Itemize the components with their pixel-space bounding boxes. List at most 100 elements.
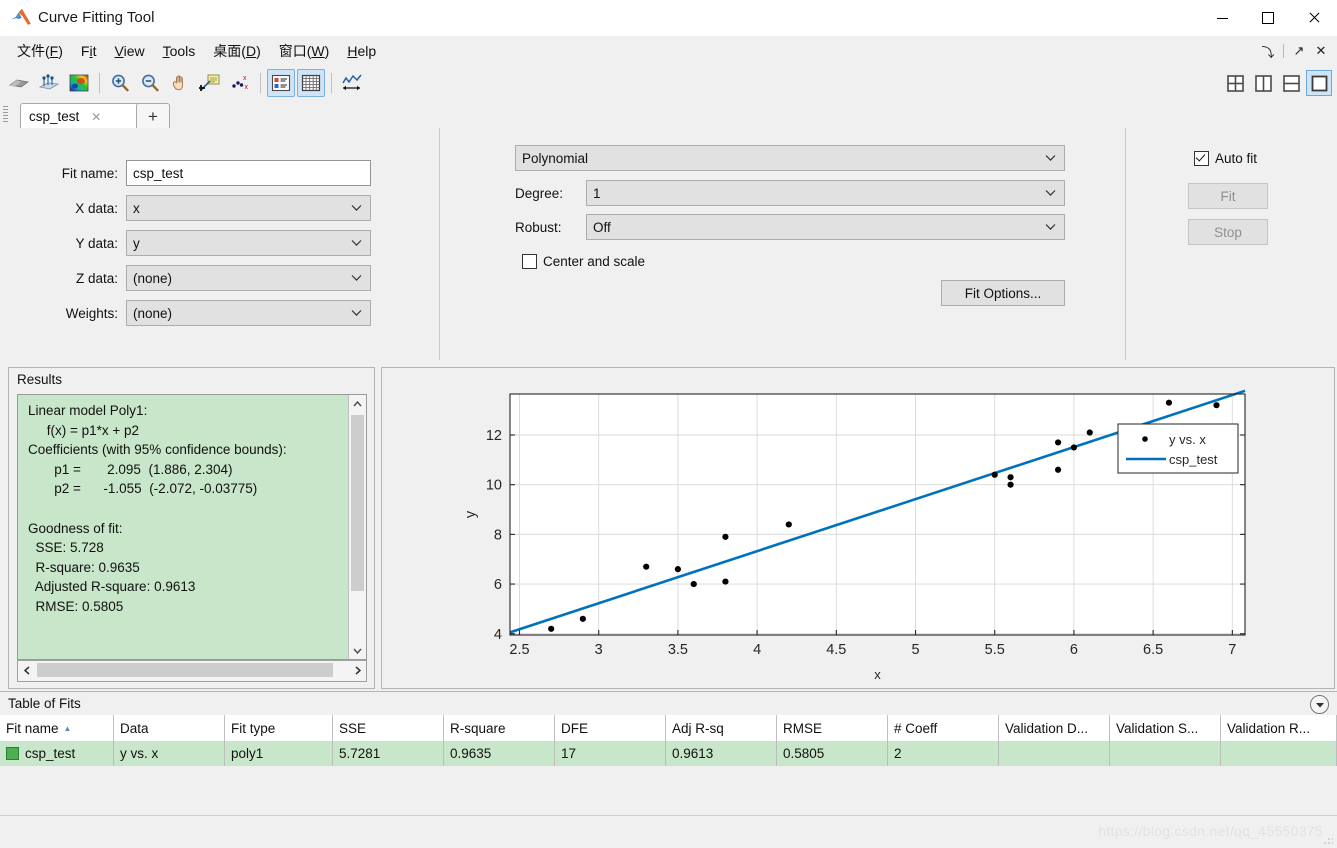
scroll-down-icon[interactable] bbox=[349, 642, 366, 659]
table-header-row: Fit name ▲ Data Fit type SSE R-square DFE Adj R… bbox=[0, 715, 1337, 742]
table-column-header[interactable]: Validation R... bbox=[1221, 715, 1337, 741]
table-cell bbox=[999, 741, 1110, 766]
surface-fit-icon[interactable] bbox=[5, 69, 33, 97]
fit-color-swatch bbox=[6, 747, 19, 760]
undock-icon[interactable]: ⤵ bbox=[1258, 40, 1278, 62]
fit-options-button[interactable]: Fit Options... bbox=[941, 280, 1065, 306]
tab-csp-test[interactable]: csp_test ✕ bbox=[20, 103, 150, 130]
close-button[interactable] bbox=[1291, 0, 1337, 36]
column-label: RMSE bbox=[783, 720, 823, 736]
results-text: Linear model Poly1: f(x) = p1*x + p2 Coe… bbox=[28, 403, 287, 614]
table-column-header[interactable]: Fit type bbox=[225, 715, 333, 741]
layout-two-column-icon[interactable] bbox=[1250, 70, 1276, 96]
data-cursor-icon[interactable] bbox=[196, 69, 224, 97]
x-data-row: X data: x bbox=[40, 195, 371, 221]
menu-help[interactable]: Help bbox=[338, 40, 385, 62]
colormap-icon[interactable] bbox=[65, 69, 93, 97]
layout-quad-icon[interactable] bbox=[1222, 70, 1248, 96]
exclude-outliers-icon[interactable]: xx bbox=[226, 69, 254, 97]
add-fit-tab-button[interactable]: + bbox=[136, 103, 170, 130]
results-textbox[interactable]: Linear model Poly1: f(x) = p1*x + p2 Coe… bbox=[17, 394, 367, 660]
column-label: # Coeff bbox=[894, 720, 938, 736]
plot-legend[interactable]: y vs. x csp_test bbox=[1117, 423, 1239, 474]
scroll-up-icon[interactable] bbox=[349, 395, 366, 412]
curve-fitting-tool-window: Curve Fitting Tool 文件(F) Fit View Tools … bbox=[0, 0, 1337, 848]
axes-limits-icon[interactable] bbox=[338, 69, 366, 97]
table-cell: 5.7281 bbox=[333, 741, 444, 766]
results-scroll-thumb[interactable] bbox=[351, 415, 364, 591]
zoom-out-icon[interactable] bbox=[136, 69, 164, 97]
table-row[interactable]: csp_test y vs. x poly1 5.7281 0.9635 17 0.9613… bbox=[0, 741, 1337, 766]
table-column-header[interactable]: RMSE bbox=[777, 715, 888, 741]
fit-plot-panel[interactable]: 2.5 3 3.5 4 4.5 5 5.5 6 6.5 7 4 6 8 10 12 x y y vs. x csp_… bbox=[381, 367, 1335, 689]
table-column-header[interactable]: SSE bbox=[333, 715, 444, 741]
stop-button[interactable]: Stop bbox=[1188, 219, 1268, 245]
cell-value: poly1 bbox=[231, 746, 264, 761]
popout-icon[interactable]: ↗ bbox=[1289, 40, 1309, 62]
center-and-scale-checkbox[interactable]: Center and scale bbox=[522, 254, 645, 269]
sort-ascending-icon: ▲ bbox=[63, 723, 72, 733]
data-point bbox=[690, 580, 697, 588]
z-data-label: Z data: bbox=[75, 270, 118, 286]
scroll-left-icon[interactable] bbox=[18, 661, 35, 679]
menu-fit[interactable]: Fit bbox=[72, 40, 106, 62]
auto-fit-checkbox[interactable]: Auto fit bbox=[1194, 151, 1257, 166]
chevron-down-icon bbox=[1045, 190, 1056, 196]
chevron-down-icon bbox=[351, 275, 362, 281]
maximize-button[interactable] bbox=[1245, 0, 1291, 36]
table-cell: poly1 bbox=[225, 741, 333, 766]
fit-plot[interactable]: 2.5 3 3.5 4 4.5 5 5.5 6 6.5 7 4 6 8 10 12 x y y vs. x csp_… bbox=[382, 368, 1332, 686]
table-of-fits-expand-icon[interactable] bbox=[1310, 695, 1329, 714]
fit-configuration-panel: Fit name: X data: x Y data: y Z data: (n… bbox=[0, 128, 1337, 365]
close-panel-icon[interactable]: ✕ bbox=[1311, 40, 1331, 62]
table-column-header[interactable]: DFE bbox=[555, 715, 666, 741]
table-column-header[interactable]: Adj R-sq bbox=[666, 715, 777, 741]
x-tick-label: 6.5 bbox=[1143, 642, 1163, 658]
grid-toggle-icon[interactable] bbox=[297, 69, 325, 97]
fit-type-value: Polynomial bbox=[522, 150, 589, 166]
layout-single-icon[interactable] bbox=[1306, 70, 1332, 96]
results-horizontal-scrollbar[interactable] bbox=[17, 660, 367, 682]
robust-select[interactable]: Off bbox=[586, 214, 1065, 240]
table-column-header[interactable]: Validation D... bbox=[999, 715, 1110, 741]
menu-window[interactable]: 窗口(W) bbox=[270, 38, 339, 64]
results-vertical-scrollbar[interactable] bbox=[348, 395, 366, 659]
menu-bar: 文件(F) Fit View Tools 桌面(D) 窗口(W) Help ⤵ … bbox=[0, 36, 1337, 66]
pan-icon[interactable] bbox=[166, 69, 194, 97]
fit-button[interactable]: Fit bbox=[1188, 183, 1268, 209]
chevron-down-icon bbox=[351, 310, 362, 316]
data-cursor-3d-icon[interactable] bbox=[35, 69, 63, 97]
minimize-button[interactable] bbox=[1199, 0, 1245, 36]
y-tick-label: 10 bbox=[486, 478, 502, 494]
cell-value: 0.5805 bbox=[783, 746, 825, 761]
menu-desktop[interactable]: 桌面(D) bbox=[204, 38, 269, 64]
fit-type-select[interactable]: Polynomial bbox=[515, 145, 1065, 171]
degree-value: 1 bbox=[593, 185, 601, 201]
menu-tools[interactable]: Tools bbox=[154, 40, 205, 62]
robust-value: Off bbox=[593, 219, 611, 235]
toolbar-buttons: xx bbox=[4, 66, 367, 100]
resize-grip-icon[interactable] bbox=[1323, 835, 1333, 845]
menu-file[interactable]: 文件(F) bbox=[8, 38, 72, 64]
y-data-select[interactable]: y bbox=[126, 230, 371, 256]
degree-select[interactable]: 1 bbox=[586, 180, 1065, 206]
scroll-right-icon[interactable] bbox=[349, 661, 366, 679]
table-column-header[interactable]: R-square bbox=[444, 715, 555, 741]
table-column-header[interactable]: Fit name ▲ bbox=[0, 715, 114, 741]
dock-controls: ⤵ ↗ ✕ bbox=[1258, 36, 1331, 66]
fit-name-label: Fit name: bbox=[61, 165, 118, 181]
tab-close-icon[interactable]: ✕ bbox=[91, 110, 101, 124]
zoom-in-icon[interactable] bbox=[106, 69, 134, 97]
column-label: Fit name bbox=[6, 720, 59, 736]
x-data-select[interactable]: x bbox=[126, 195, 371, 221]
layout-two-row-icon[interactable] bbox=[1278, 70, 1304, 96]
table-column-header[interactable]: # Coeff bbox=[888, 715, 999, 741]
table-column-header[interactable]: Validation S... bbox=[1110, 715, 1221, 741]
menu-view[interactable]: View bbox=[105, 40, 153, 62]
fit-name-input[interactable] bbox=[126, 160, 371, 186]
z-data-select[interactable]: (none) bbox=[126, 265, 371, 291]
weights-select[interactable]: (none) bbox=[126, 300, 371, 326]
legend-toggle-icon[interactable] bbox=[267, 69, 295, 97]
results-hscroll-thumb[interactable] bbox=[37, 663, 333, 677]
table-column-header[interactable]: Data bbox=[114, 715, 225, 741]
